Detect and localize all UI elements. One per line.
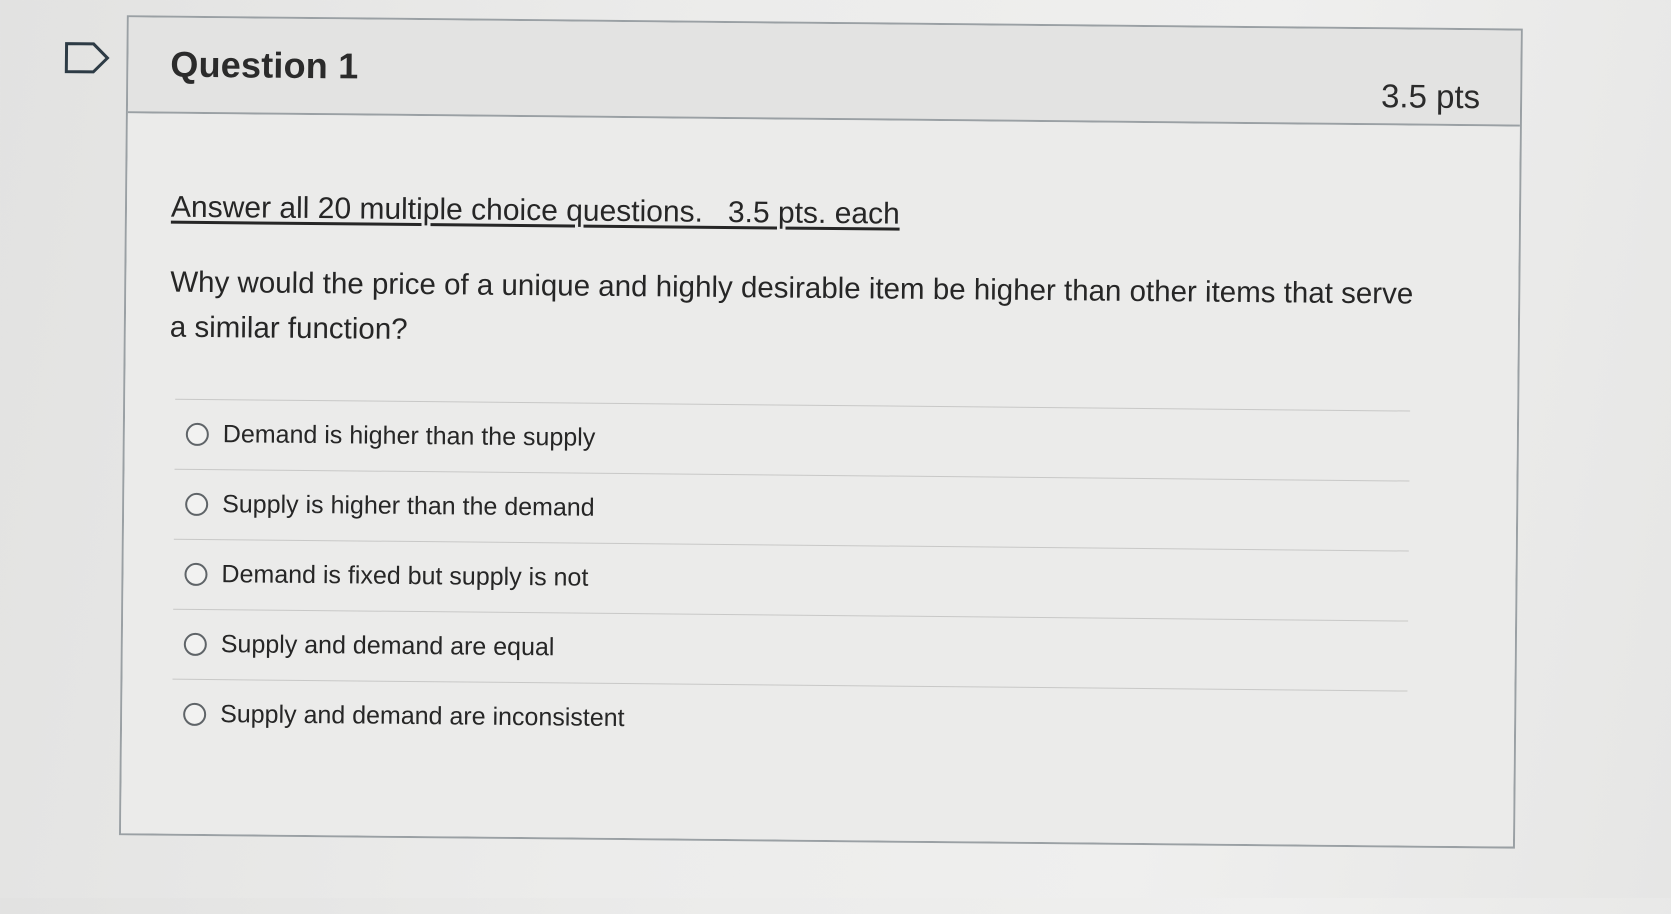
question-text: Why would the price of a unique and high… bbox=[169, 265, 1414, 346]
flag-outline-icon[interactable] bbox=[63, 41, 111, 75]
radio-button[interactable] bbox=[185, 492, 209, 517]
answer-option[interactable]: Supply is higher than the demand bbox=[173, 469, 1410, 552]
quiz-page: Question 1 3.5 pts Answer all 20 multipl… bbox=[0, 0, 1671, 914]
question-header: Question 1 3.5 pts bbox=[127, 17, 1521, 127]
answer-label: Supply and demand are inconsistent bbox=[220, 700, 625, 733]
question-points: 3.5 pts bbox=[1380, 77, 1481, 116]
question-instruction: Answer all 20 multiple choice questions.… bbox=[170, 190, 900, 231]
question-card: Question 1 3.5 pts Answer all 20 multipl… bbox=[118, 15, 1523, 849]
answer-label: Demand is fixed but supply is not bbox=[221, 560, 589, 592]
radio-button[interactable] bbox=[183, 702, 207, 727]
answer-label: Demand is higher than the supply bbox=[222, 420, 596, 452]
answer-label: Supply and demand are equal bbox=[220, 630, 555, 662]
radio-button[interactable] bbox=[184, 562, 208, 587]
answer-option[interactable]: Demand is fixed but supply is not bbox=[173, 539, 1409, 622]
radio-button[interactable] bbox=[183, 632, 207, 657]
question-title: Question 1 bbox=[170, 43, 359, 87]
answer-option[interactable]: Supply and demand are inconsistent bbox=[172, 680, 1408, 761]
answer-option[interactable]: Supply and demand are equal bbox=[172, 609, 1409, 692]
answer-label: Supply is higher than the demand bbox=[222, 490, 595, 522]
answer-list: Demand is higher than the supply Supply … bbox=[171, 398, 1411, 761]
question-body: Answer all 20 multiple choice questions.… bbox=[121, 113, 1520, 847]
answer-option[interactable]: Demand is higher than the supply bbox=[174, 399, 1411, 482]
radio-button[interactable] bbox=[185, 422, 209, 447]
